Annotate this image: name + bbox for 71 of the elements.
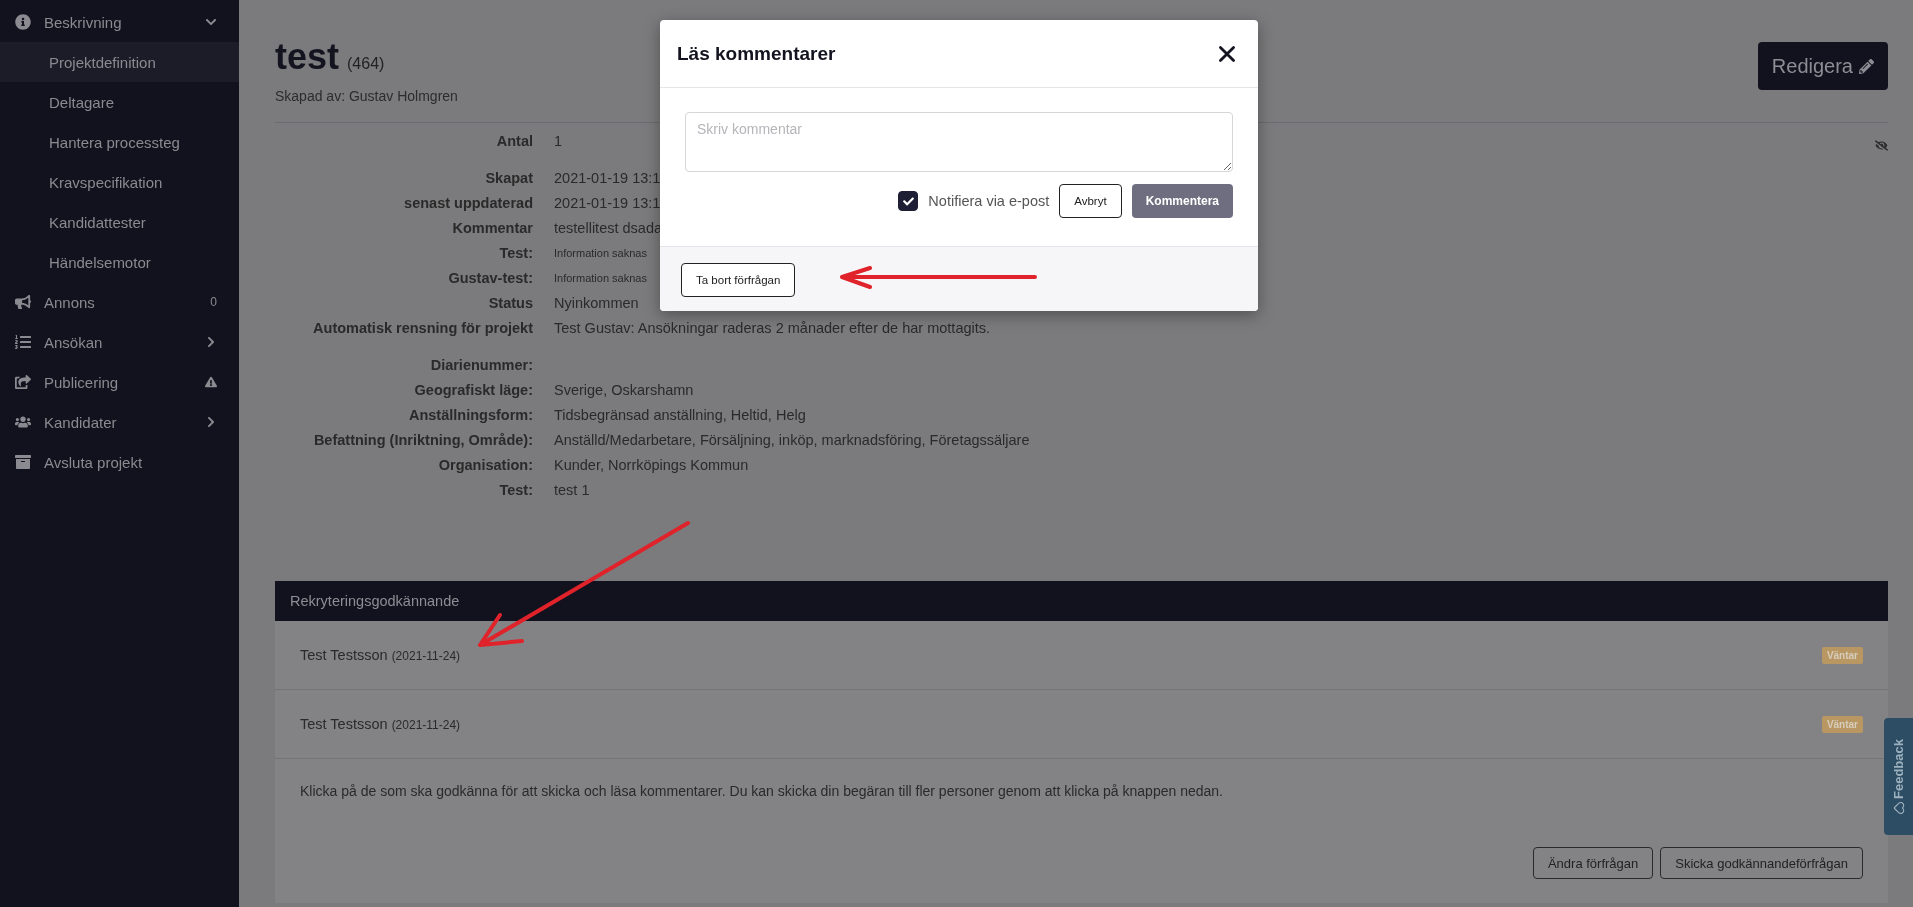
checkbox[interactable] [898, 191, 919, 211]
field-value: 2021-01-19 13:1 [554, 194, 661, 213]
page-title: test [275, 36, 340, 78]
project-number: (464) [347, 55, 385, 73]
request-button[interactable]: Ändra förfrågan [1532, 847, 1654, 879]
field-value: Tidsbegränsad anställning, Heltid, Helg [554, 406, 806, 425]
sidebar-item[interactable]: Publicering [0, 362, 239, 402]
archive-icon [12, 454, 34, 470]
request-button[interactable]: Skicka godkännandeförfrågan [1660, 847, 1863, 879]
eye-slash-icon[interactable] [1875, 139, 1888, 152]
info-text: Klicka på de som ska godkänna för att skicka och läsa kommentarer. Du kan skicka din begäran till fler personer genom att klicka på knappen nedan. [299, 782, 1224, 799]
field-label: Skapat [484, 169, 533, 188]
share-icon [12, 374, 34, 390]
sidebar-subitem[interactable]: Kandidattester [0, 202, 239, 242]
sidebar-subitem[interactable]: Händelsemotor [0, 242, 239, 282]
sidebar-subitem[interactable]: Kravspecifikation [0, 162, 239, 202]
field-value: Information saknas [554, 246, 647, 261]
status-badge: Väntar [1821, 646, 1863, 664]
heart-icon [1892, 802, 1905, 815]
panel-header: Rekryteringsgodkännande [275, 581, 1888, 621]
dialog-title: Läs kommentarer [677, 42, 836, 65]
sidebar-item[interactable]: Avsluta projekt [0, 442, 239, 482]
cancel-button[interactable]: Avbryt [1059, 184, 1122, 218]
field-value: test 1 [554, 481, 590, 500]
field-value: 1 [554, 132, 563, 151]
field-label: Kommentar [451, 219, 533, 238]
field-value: Test Gustav: Ansökningar raderas 2 månader efter de har mottagits. [554, 319, 991, 338]
field-value: Nyinkommen [554, 294, 639, 313]
field-label: Test: [498, 481, 533, 500]
field-label: Test: [498, 244, 533, 263]
sidebar-item[interactable]: Kandidater [0, 402, 239, 442]
field-label: Befattning (Inriktning, Område): [312, 431, 533, 450]
field-label: Gustav-test: [447, 269, 533, 288]
field-value: Anställd/Medarbetare, Försäljning, inköp, marknadsföring, Företagssäljare [554, 431, 1030, 450]
sidebar-item[interactable]: Annons 0 [0, 282, 239, 322]
remove-request-button[interactable]: Ta bort förfrågan [681, 263, 796, 297]
field-label: Anställningsform: [407, 406, 533, 425]
approver-name: Test Testsson (2021-11-24) [300, 647, 461, 663]
megaphone-icon [12, 294, 34, 310]
comment-button[interactable]: Kommentera [1131, 184, 1233, 218]
field-value: Sverige, Oskarshamn [554, 381, 694, 400]
field-label: Organisation: [437, 456, 533, 475]
field-label: senast uppdaterad [403, 194, 533, 213]
approver-row[interactable]: Test Testsson (2021-11-24) Väntar [275, 621, 1888, 690]
info-icon [12, 14, 34, 30]
status-badge: Väntar [1821, 715, 1863, 733]
sidebar-item[interactable]: Beskrivning [0, 2, 239, 42]
checkbox-label: Notifiera via e-post [928, 193, 1050, 209]
check-icon [902, 195, 914, 207]
approver-name: Test Testsson (2021-11-24) [300, 716, 461, 732]
field-value: Kunder, Norrköpings Kommun [554, 456, 749, 475]
approver-row[interactable]: Test Testsson (2021-11-24) Väntar [275, 690, 1888, 759]
sidebar-subitem[interactable]: Hantera processteg [0, 122, 239, 162]
field-label: Diarienummer: [429, 356, 533, 375]
sidebar-item[interactable]: Ansökan [0, 322, 239, 362]
created-by: Skapad av: Gustav Holmgren [275, 88, 458, 104]
feedback-tab[interactable]: Feedback [1884, 718, 1913, 835]
field-label: Status [487, 294, 533, 313]
sidebar-subitem[interactable]: Projektdefinition [0, 42, 239, 82]
field-label: Antal [495, 132, 533, 151]
field-label: Automatisk rensning för projekt [312, 319, 533, 338]
comment-field[interactable]: Skriv kommentar [685, 112, 1233, 172]
sidebar-subitem[interactable]: Deltagare [0, 82, 239, 122]
users-icon [12, 414, 34, 430]
pencil-icon [1859, 58, 1874, 74]
field-label: Geografiskt läge: [413, 381, 533, 400]
field-value: Information saknas [554, 271, 647, 286]
count: 0 [210, 295, 217, 309]
edit-button[interactable]: Redigera [1757, 42, 1888, 90]
field-value: 2021-01-19 13:1 [554, 169, 661, 188]
numbered-list-icon [12, 334, 34, 350]
